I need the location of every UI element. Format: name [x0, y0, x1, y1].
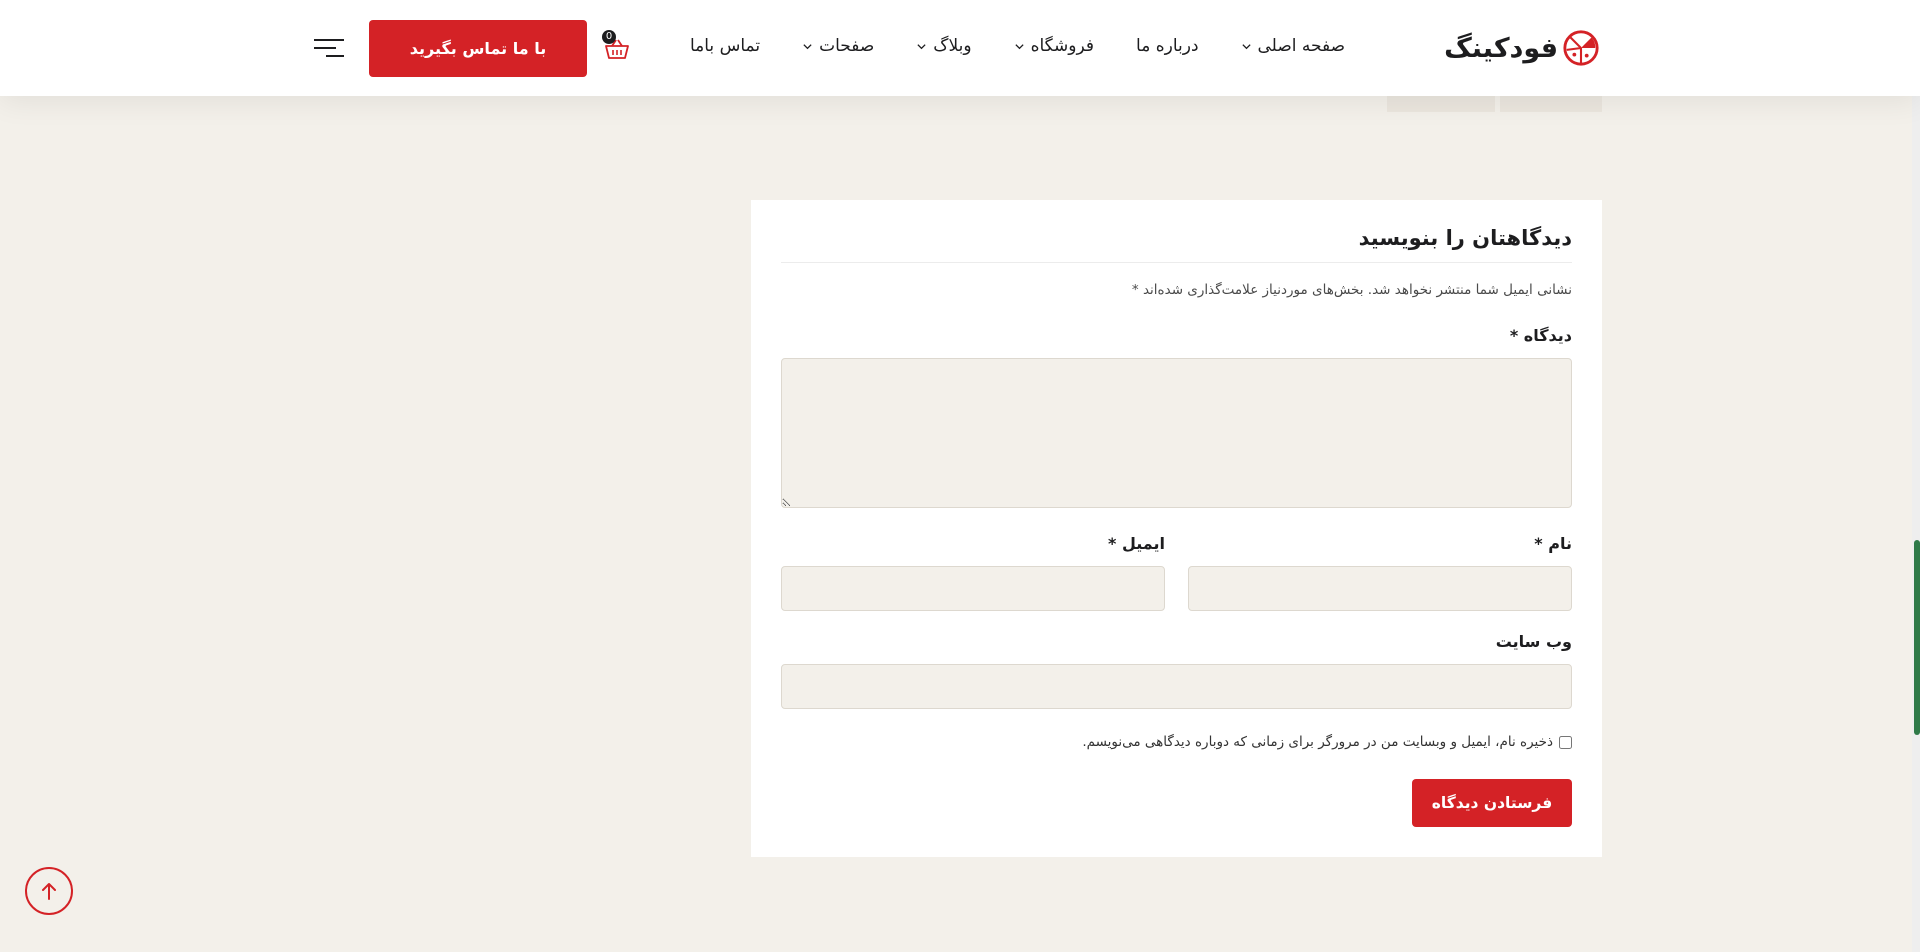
arrow-up-icon [42, 883, 56, 900]
website-input[interactable] [781, 664, 1572, 709]
logo-text: فودکینگ [1444, 32, 1558, 64]
nav-item-shop[interactable]: فروشگاه [1014, 36, 1094, 56]
nav-label-shop: فروشگاه [1030, 36, 1095, 56]
required-mark: * [1108, 534, 1117, 553]
required-fields-notice: نشانی ایمیل شما منتشر نخواهد شد. بخش‌های… [1131, 282, 1572, 298]
pizza-slice-icon [1563, 30, 1599, 66]
nav-item-home[interactable]: صفحه اصلی [1241, 36, 1345, 56]
hamburger-menu-icon [314, 39, 344, 57]
site-header: فودکینگ صفحه اصلی درباره ما فروشگاه وبلا… [0, 0, 1920, 96]
menu-toggle-button[interactable] [312, 36, 346, 60]
contact-us-button[interactable]: با ما تماس بگیرید [369, 20, 587, 77]
email-label-text: ایمیل [1121, 534, 1165, 553]
nav-label-home: صفحه اصلی [1257, 36, 1345, 56]
name-label: نام * [1534, 534, 1572, 553]
nav-label-blog: وبلاگ [933, 36, 972, 56]
main-nav: صفحه اصلی درباره ما فروشگاه وبلاگ صفحات … [690, 36, 1345, 56]
nav-label-contact: تماس باما [689, 36, 761, 56]
page-scrollbar[interactable] [1912, 0, 1920, 952]
required-mark: * [1509, 326, 1519, 345]
comment-textarea[interactable] [781, 358, 1572, 508]
comment-form-card: دیدگاهتان را بنویسید نشانی ایمیل شما منت… [751, 200, 1602, 857]
email-input[interactable] [781, 566, 1165, 611]
cart-button[interactable]: 0 [602, 30, 632, 60]
chevron-down-icon [917, 43, 926, 49]
cart-count-badge: 0 [602, 30, 616, 44]
nav-item-pages[interactable]: صفحات [802, 36, 874, 56]
title-divider [781, 262, 1572, 263]
form-title: دیدگاهتان را بنویسید [1358, 226, 1572, 250]
nav-item-contact[interactable]: تماس باما [690, 36, 760, 56]
website-label: وب سایت [1495, 632, 1572, 651]
save-info-consent[interactable]: ذخیره نام، ایمیل و وبسایت من در مرورگر ب… [1082, 734, 1572, 750]
chevron-down-icon [803, 43, 812, 49]
nav-label-about: درباره ما [1136, 36, 1199, 56]
name-input[interactable] [1188, 566, 1572, 611]
email-label: ایمیل * [1108, 534, 1165, 553]
name-label-text: نام [1548, 534, 1572, 553]
scrollbar-thumb[interactable] [1914, 540, 1920, 735]
comment-label-text: دیدگاه [1523, 326, 1572, 345]
chevron-down-icon [1014, 43, 1024, 49]
save-info-label: ذخیره نام، ایمیل و وبسایت من در مرورگر ب… [1082, 734, 1553, 750]
submit-comment-button[interactable]: فرستادن دیدگاه [1412, 779, 1572, 827]
save-info-checkbox[interactable] [1559, 735, 1572, 749]
required-mark: * [1534, 534, 1543, 553]
comment-label: دیدگاه * [1510, 326, 1572, 345]
nav-item-about[interactable]: درباره ما [1136, 36, 1199, 56]
nav-item-blog[interactable]: وبلاگ [916, 36, 972, 56]
scroll-to-top-button[interactable] [25, 867, 73, 915]
chevron-down-icon [1241, 43, 1251, 49]
site-logo[interactable]: فودکینگ [1444, 26, 1600, 70]
nav-label-pages: صفحات [819, 36, 875, 56]
